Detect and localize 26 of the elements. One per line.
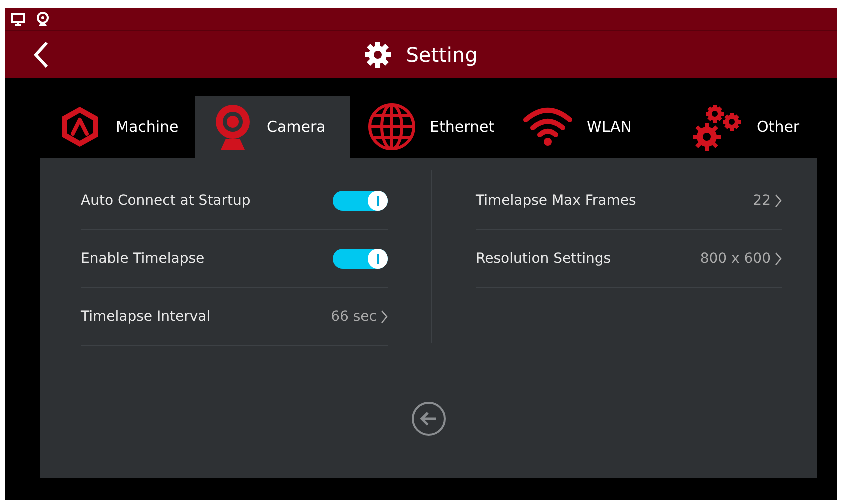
globe-icon [368, 103, 416, 151]
tab[interactable]: Other [675, 96, 830, 158]
webcam-icon [213, 104, 253, 150]
toggle-switch[interactable] [333, 248, 388, 268]
setting-label: Timelapse Max Frames [476, 192, 636, 208]
gear-icon [364, 40, 392, 68]
setting-value[interactable]: 800 x 600 [700, 250, 771, 266]
setting-value[interactable]: 22 [753, 192, 771, 208]
setting-label: Resolution Settings [476, 250, 612, 266]
setting-label: Auto Connect at Startup [81, 192, 251, 208]
gears-icon [693, 103, 743, 151]
monitor-icon [11, 12, 25, 26]
setting-label: Enable Timelapse [81, 250, 205, 266]
header-title: Setting [406, 42, 478, 66]
tab[interactable]: Ethernet [350, 96, 505, 158]
chevron-right-icon[interactable] [381, 310, 388, 324]
wifi-icon [523, 107, 573, 147]
chevron-right-icon[interactable] [775, 194, 782, 208]
setting-value[interactable]: 66 sec [331, 308, 377, 324]
tab[interactable]: Camera [195, 96, 350, 158]
toggle-switch[interactable] [333, 190, 388, 210]
webcam-icon [37, 12, 49, 26]
setting-label: Timelapse Interval [81, 308, 211, 324]
chevron-right-icon[interactable] [775, 252, 782, 266]
tab[interactable]: WLAN [505, 96, 660, 158]
tab[interactable]: Machine [40, 96, 195, 158]
